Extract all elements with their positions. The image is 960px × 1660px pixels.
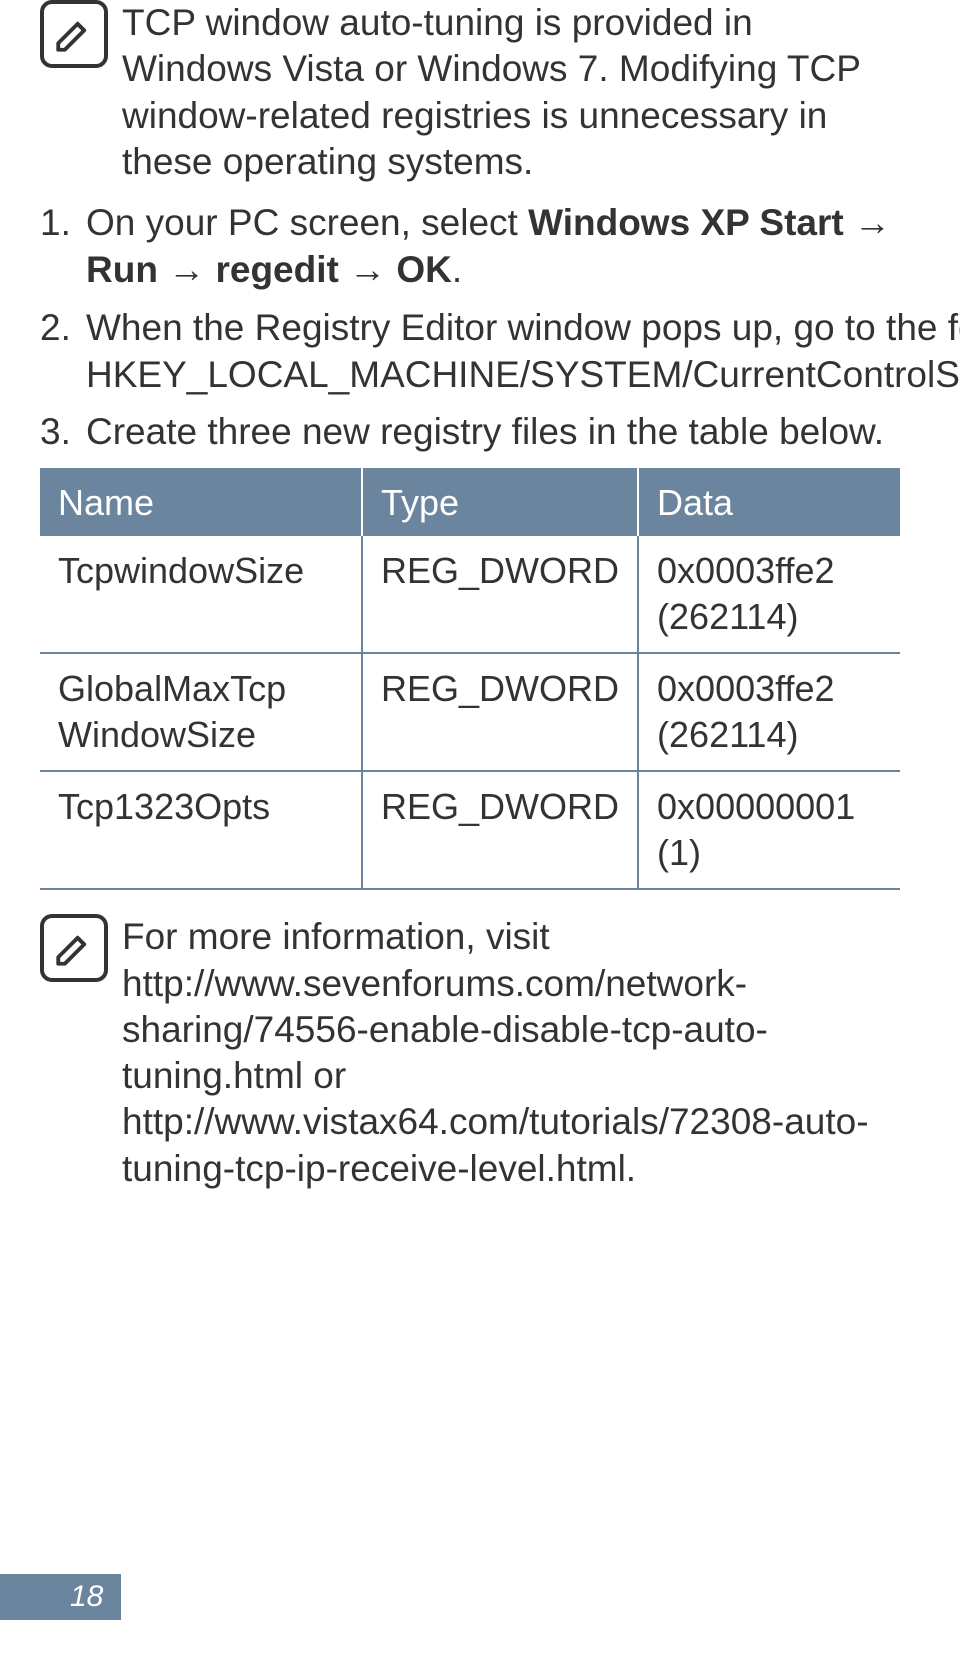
- note-pencil-icon: [40, 914, 108, 982]
- step-number: 2.: [40, 304, 86, 399]
- cell-name: Tcp1323Opts: [40, 771, 362, 889]
- note-text-1: TCP window auto-tuning is provided in Wi…: [122, 0, 900, 185]
- note-pencil-icon: [40, 0, 108, 68]
- table-row: Tcp1323Opts REG_DWORD 0x00000001 (1): [40, 771, 900, 889]
- step-body: Create three new registry files in the t…: [86, 408, 900, 455]
- step-1: 1. On your PC screen, select Windows XP …: [40, 199, 900, 294]
- cell-data: 0x0003ffe2 (262114): [638, 536, 900, 653]
- table-row: TcpwindowSize REG_DWORD 0x0003ffe2 (2621…: [40, 536, 900, 653]
- cell-name: TcpwindowSize: [40, 536, 362, 653]
- steps-list: 1. On your PC screen, select Windows XP …: [40, 199, 900, 456]
- table-row: GlobalMaxTcp WindowSize REG_DWORD 0x0003…: [40, 653, 900, 771]
- col-header-data: Data: [638, 468, 900, 536]
- step-number: 3.: [40, 408, 86, 455]
- cell-name: GlobalMaxTcp WindowSize: [40, 653, 362, 771]
- cell-data: 0x0003ffe2 (262114): [638, 653, 900, 771]
- note-block-2: For more information, visit http://www.s…: [40, 914, 900, 1192]
- step-body: When the Registry Editor window pops up,…: [86, 304, 960, 399]
- cell-data: 0x00000001 (1): [638, 771, 900, 889]
- registry-table: Name Type Data TcpwindowSize REG_DWORD 0…: [40, 468, 900, 890]
- step-3: 3. Create three new registry files in th…: [40, 408, 900, 455]
- col-header-type: Type: [362, 468, 638, 536]
- page-number: 18: [40, 1574, 121, 1620]
- step-2: 2. When the Registry Editor window pops …: [40, 304, 900, 399]
- cell-type: REG_DWORD: [362, 771, 638, 889]
- note-text-2: For more information, visit http://www.s…: [122, 914, 900, 1192]
- cell-type: REG_DWORD: [362, 536, 638, 653]
- col-header-name: Name: [40, 468, 362, 536]
- step-number: 1.: [40, 199, 86, 294]
- note-block-1: TCP window auto-tuning is provided in Wi…: [40, 0, 900, 185]
- cell-type: REG_DWORD: [362, 653, 638, 771]
- step-body: On your PC screen, select Windows XP Sta…: [86, 199, 900, 294]
